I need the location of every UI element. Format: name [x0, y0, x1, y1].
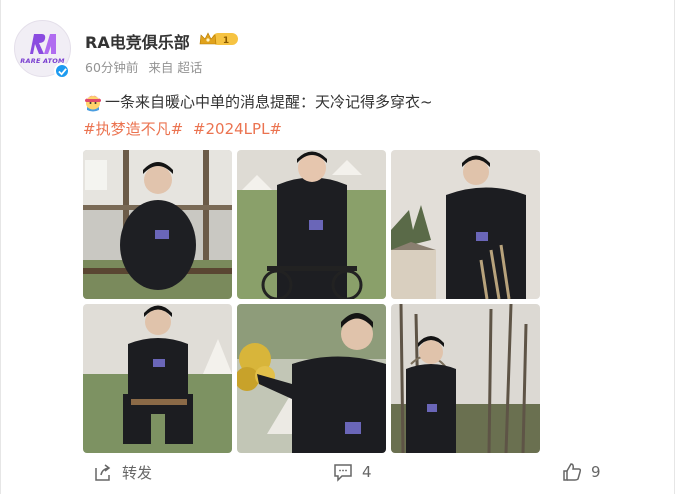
verified-badge-icon	[54, 63, 70, 79]
post-body: 一条来自暖心中单的消息提醒：天冷记得多穿衣~	[83, 91, 433, 112]
photo-thumbnail[interactable]	[237, 304, 386, 453]
weibo-post-card: RARE ATOM RA电竞俱乐部 1 60分钟前 来自 超话 一条来自暖心中单…	[0, 0, 675, 494]
hashtag-link[interactable]: #执梦造不凡#	[83, 120, 183, 138]
vip-crown-icon: 1	[199, 32, 238, 46]
comment-button[interactable]: 4	[333, 462, 372, 482]
comment-icon	[334, 464, 352, 482]
post-source[interactable]: 来自 超话	[148, 60, 202, 75]
like-button[interactable]: 9	[562, 462, 601, 482]
photo-thumbnail[interactable]	[83, 304, 232, 453]
share-icon	[95, 463, 111, 481]
hashtag-list: #执梦造不凡# #2024LPL#	[83, 118, 287, 139]
repost-label: 转发	[122, 464, 153, 482]
post-meta: 60分钟前 来自 超话	[85, 57, 208, 76]
comment-count: 4	[362, 463, 372, 481]
photo-thumbnail[interactable]	[83, 150, 232, 299]
author-name[interactable]: RA电竞俱乐部	[85, 29, 190, 53]
photo-thumbnail[interactable]	[237, 150, 386, 299]
post-time[interactable]: 60分钟前	[85, 60, 138, 75]
repost-button[interactable]: 转发	[93, 462, 152, 483]
photo-grid	[83, 150, 540, 454]
ra-logo-icon	[29, 34, 56, 54]
bundled-up-emoji-icon	[85, 91, 101, 111]
action-bar: 转发 4 9	[1, 462, 675, 488]
svg-text:1: 1	[223, 36, 229, 46]
like-count: 9	[591, 463, 601, 481]
photo-thumbnail[interactable]	[391, 304, 540, 453]
hashtag-link[interactable]: #2024LPL#	[193, 120, 282, 138]
post-text: 一条来自暖心中单的消息提醒：天冷记得多穿衣~	[105, 93, 433, 111]
photo-thumbnail[interactable]	[391, 150, 540, 299]
thumbs-up-icon	[563, 463, 582, 481]
